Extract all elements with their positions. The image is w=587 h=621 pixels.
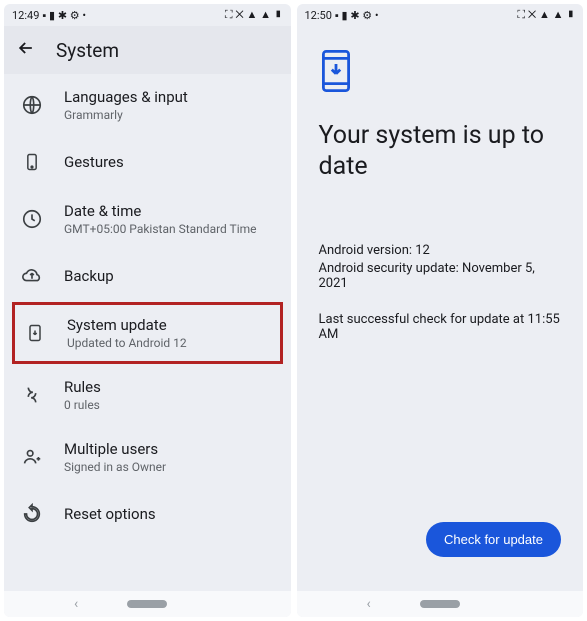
- nav-back-icon[interactable]: ‹: [367, 596, 371, 612]
- item-backup[interactable]: Backup: [4, 250, 291, 302]
- item-rules[interactable]: Rules 0 rules: [4, 364, 291, 426]
- item-title: Reset options: [64, 505, 275, 523]
- globe-icon: [20, 93, 44, 117]
- status-notif-icons: ▪ ▮ ✱ ⚙ •: [335, 9, 379, 22]
- reset-icon: [20, 502, 44, 526]
- item-reset-options[interactable]: Reset options: [4, 488, 291, 540]
- gesture-icon: [20, 150, 44, 174]
- item-title: Gestures: [64, 153, 275, 171]
- status-bar: 12:49 ▪ ▮ ✱ ⚙ • ⛶ ✕ ▲ ▲ ▮: [4, 4, 291, 26]
- nav-pill[interactable]: [127, 600, 167, 608]
- item-languages-input[interactable]: Languages & input Grammarly: [4, 74, 291, 136]
- user-icon: [20, 445, 44, 469]
- check-for-update-button[interactable]: Check for update: [426, 522, 561, 557]
- headline: Your system is up to date: [319, 120, 562, 183]
- status-time: 12:50: [305, 9, 332, 22]
- settings-list: Languages & input Grammarly Gestures Dat…: [4, 74, 291, 591]
- item-multiple-users[interactable]: Multiple users Signed in as Owner: [4, 426, 291, 488]
- clock-icon: [20, 207, 44, 231]
- system-update-large-icon: [319, 50, 562, 96]
- item-title: Languages & input: [64, 88, 275, 106]
- status-right-icons: ⛶ ✕ ▲ ▲ ▮: [225, 8, 283, 22]
- cloud-upload-icon: [20, 264, 44, 288]
- status-notif-icons: ▪ ▮ ✱ ⚙ •: [42, 9, 86, 22]
- item-sub: GMT+05:00 Pakistan Standard Time: [64, 222, 275, 236]
- item-sub: Updated to Android 12: [67, 336, 272, 350]
- last-check: Last successful check for update at 11:5…: [319, 312, 562, 342]
- item-sub: 0 rules: [64, 398, 275, 412]
- page-title: System: [56, 39, 119, 62]
- android-version: Android version: 12: [319, 243, 562, 258]
- nav-back-icon[interactable]: ‹: [74, 596, 78, 612]
- settings-header: System: [4, 26, 291, 74]
- back-icon[interactable]: [16, 38, 36, 62]
- security-update: Android security update: November 5, 202…: [319, 261, 562, 291]
- item-gestures[interactable]: Gestures: [4, 136, 291, 188]
- status-time: 12:49: [12, 9, 39, 22]
- nav-bar: ‹: [297, 591, 584, 617]
- status-bar: 12:50 ▪ ▮ ✱ ⚙ • ⛶ ✕ ▲ ▲ ▮: [297, 4, 584, 26]
- item-title: Backup: [64, 267, 275, 285]
- item-sub: Grammarly: [64, 108, 275, 122]
- item-title: System update: [67, 316, 272, 334]
- item-title: Rules: [64, 378, 275, 396]
- system-update-icon: [23, 321, 47, 345]
- item-title: Date & time: [64, 202, 275, 220]
- phone-left-system-settings: 12:49 ▪ ▮ ✱ ⚙ • ⛶ ✕ ▲ ▲ ▮ System Languag…: [4, 4, 291, 617]
- item-sub: Signed in as Owner: [64, 460, 275, 474]
- update-content: Your system is up to date Android versio…: [297, 26, 584, 591]
- item-date-time[interactable]: Date & time GMT+05:00 Pakistan Standard …: [4, 188, 291, 250]
- phone-right-system-update: 12:50 ▪ ▮ ✱ ⚙ • ⛶ ✕ ▲ ▲ ▮ Your system is…: [297, 4, 584, 617]
- status-right-icons: ⛶ ✕ ▲ ▲ ▮: [517, 8, 575, 22]
- item-system-update[interactable]: System update Updated to Android 12: [12, 302, 283, 364]
- item-title: Multiple users: [64, 440, 275, 458]
- nav-pill[interactable]: [420, 600, 460, 608]
- rules-icon: [20, 383, 44, 407]
- nav-bar: ‹: [4, 591, 291, 617]
